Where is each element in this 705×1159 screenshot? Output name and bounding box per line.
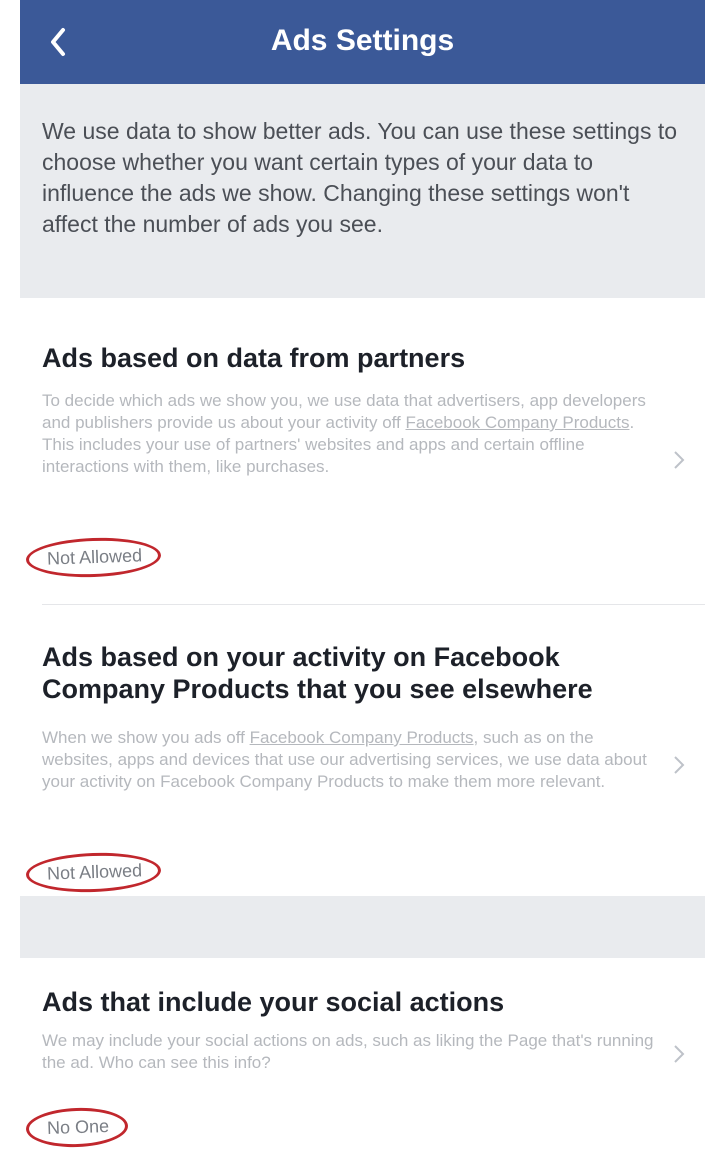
setting-value: Not Allowed xyxy=(25,535,162,580)
setting-title: Ads based on your activity on Facebook C… xyxy=(42,642,593,704)
chevron-right-icon xyxy=(674,756,685,774)
section-divider xyxy=(20,896,705,958)
setting-title: Ads based on data from partners xyxy=(42,343,466,373)
setting-description: We may include your social actions on ad… xyxy=(42,1031,654,1072)
nav-header: Ads Settings xyxy=(20,0,705,84)
setting-value: Not Allowed xyxy=(25,850,162,895)
setting-description: When we show you ads off Facebook Compan… xyxy=(42,728,647,791)
setting-value: No One xyxy=(25,1106,129,1149)
facebook-company-products-link[interactable]: Facebook Company Products xyxy=(406,413,630,432)
setting-activity-elsewhere[interactable]: Ads based on your activity on Facebook C… xyxy=(20,605,705,895)
setting-social-actions[interactable]: Ads that include your social actions We … xyxy=(20,958,705,1159)
intro-text: We use data to show better ads. You can … xyxy=(20,84,705,298)
chevron-right-icon xyxy=(674,1045,685,1063)
page-title: Ads Settings xyxy=(270,24,455,57)
app-frame: Ads Settings We use data to show better … xyxy=(20,0,705,1159)
setting-partners-data[interactable]: Ads based on data from partners To decid… xyxy=(20,298,705,604)
setting-title: Ads that include your social actions xyxy=(42,987,505,1017)
chevron-right-icon xyxy=(674,451,685,469)
facebook-company-products-link[interactable]: Facebook Company Products xyxy=(250,728,474,747)
setting-description: To decide which ads we show you, we use … xyxy=(42,391,646,476)
